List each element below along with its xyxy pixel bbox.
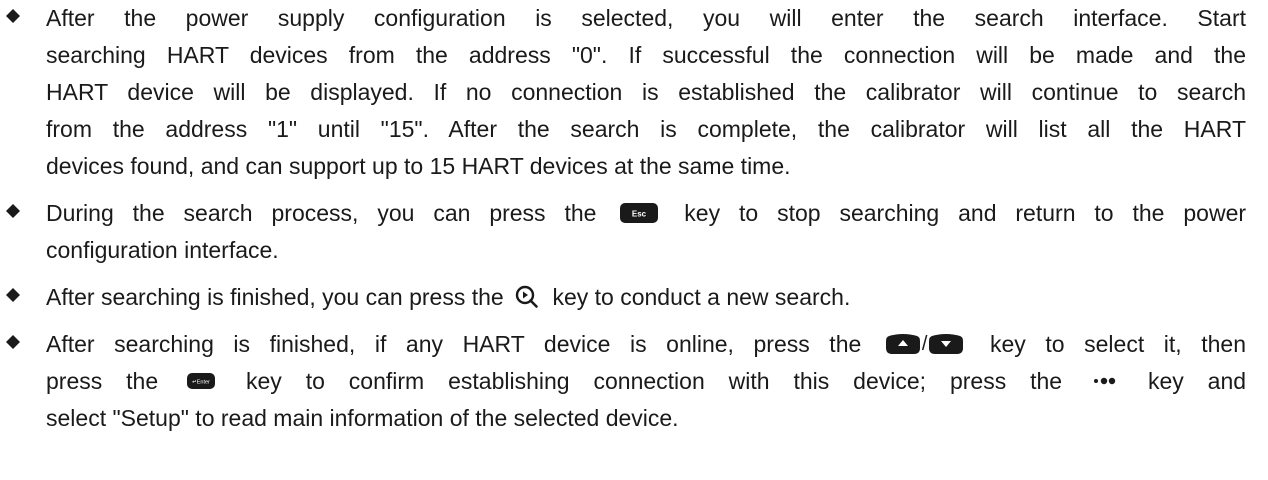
- text-line: press the ↵Enter key to confirm establis…: [46, 363, 1246, 400]
- enter-key-icon: ↵Enter: [186, 371, 216, 391]
- text-line: select "Setup" to read main information …: [46, 405, 679, 431]
- enter-key-label: ↵Enter: [192, 379, 210, 385]
- bullet-text: After the power supply configuration is …: [46, 0, 1246, 185]
- text-line: After searching is finished, if any HART…: [46, 326, 1246, 363]
- text-segment: After searching is finished, if any HART…: [46, 331, 862, 357]
- text-segment: After searching is finished, you can pre…: [46, 284, 504, 310]
- text-line: searching HART devices from the address …: [46, 42, 1246, 68]
- text-segment: During the search process, you can press…: [46, 200, 597, 226]
- text-line: After the power supply configuration is …: [46, 5, 1246, 31]
- esc-key-icon: Esc: [619, 202, 659, 224]
- text-segment: key to select it, then: [990, 331, 1247, 357]
- search-key-icon: [514, 284, 540, 310]
- diamond-bullet-icon: [6, 204, 20, 218]
- text-segment: key to conduct a new search.: [552, 284, 851, 310]
- text-line: HART device will be displayed. If no con…: [46, 79, 1246, 105]
- text-line: configuration interface.: [46, 237, 279, 263]
- text-line: During the search process, you can press…: [46, 195, 1246, 232]
- document-page: After the power supply configuration is …: [0, 0, 1268, 480]
- text-line: After searching is finished, you can pre…: [46, 279, 1246, 316]
- down-arrow-key-icon: [928, 333, 964, 355]
- more-key-icon: [1090, 374, 1118, 388]
- bullet-text: After searching is finished, you can pre…: [46, 279, 1246, 316]
- text-line: devices found, and can support up to 15 …: [46, 153, 791, 179]
- esc-key-label: Esc: [632, 209, 647, 218]
- up-arrow-key-icon: [885, 333, 921, 355]
- text-segment: key and: [1147, 368, 1247, 394]
- slash-separator: /: [921, 332, 928, 355]
- diamond-bullet-icon: [6, 288, 20, 302]
- text-line: from the address "1" until "15". After t…: [46, 116, 1246, 142]
- text-segment: key to stop searching and return to the …: [684, 200, 1247, 226]
- bullet-text: After searching is finished, if any HART…: [46, 326, 1246, 437]
- text-segment: press the: [46, 368, 159, 394]
- text-segment: key to confirm establishing connection w…: [245, 368, 1063, 394]
- diamond-bullet-icon: [6, 335, 20, 349]
- diamond-bullet-icon: [6, 9, 20, 23]
- bullet-text: During the search process, you can press…: [46, 195, 1246, 269]
